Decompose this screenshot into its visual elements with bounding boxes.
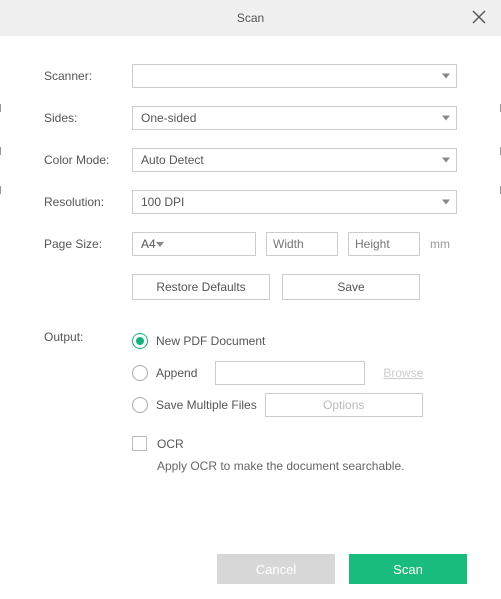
sides-value: One-sided bbox=[141, 111, 196, 125]
output-newpdf-radio[interactable] bbox=[132, 333, 148, 349]
dialog-footer: Cancel Scan bbox=[0, 551, 501, 599]
resolution-label: Resolution: bbox=[44, 195, 132, 209]
cancel-button[interactable]: Cancel bbox=[217, 554, 335, 584]
scan-button[interactable]: Scan bbox=[349, 554, 467, 584]
resolution-select[interactable]: 100 DPI bbox=[132, 190, 457, 214]
chevron-down-icon bbox=[442, 200, 450, 205]
dialog-content: Scanner: Sides: One-sided Color Mode: Au… bbox=[0, 36, 501, 473]
save-label: Save bbox=[337, 280, 364, 294]
browse-link[interactable]: Browse bbox=[383, 366, 423, 380]
width-input[interactable] bbox=[266, 232, 338, 256]
output-multi-label: Save Multiple Files bbox=[156, 398, 257, 412]
dialog-title: Scan bbox=[237, 11, 264, 25]
pagesize-select[interactable]: A4 bbox=[132, 232, 256, 256]
chevron-down-icon bbox=[156, 242, 164, 247]
options-label: Options bbox=[323, 398, 364, 412]
edge-tick bbox=[0, 104, 1, 112]
restore-defaults-label: Restore Defaults bbox=[156, 280, 245, 294]
resolution-value: 100 DPI bbox=[141, 195, 184, 209]
output-newpdf-label: New PDF Document bbox=[156, 334, 265, 348]
colormode-label: Color Mode: bbox=[44, 153, 132, 167]
close-button[interactable] bbox=[471, 9, 487, 25]
ocr-checkbox[interactable] bbox=[132, 436, 147, 451]
output-append-radio[interactable] bbox=[132, 365, 148, 381]
edge-tick bbox=[0, 147, 1, 155]
output-append-label: Append bbox=[156, 366, 197, 380]
pagesize-value: A4 bbox=[141, 237, 156, 251]
sides-select[interactable]: One-sided bbox=[132, 106, 457, 130]
output-multi-radio[interactable] bbox=[132, 397, 148, 413]
chevron-down-icon bbox=[442, 116, 450, 121]
scan-label: Scan bbox=[393, 562, 423, 577]
chevron-down-icon bbox=[442, 74, 450, 79]
scanner-label: Scanner: bbox=[44, 69, 132, 83]
colormode-value: Auto Detect bbox=[141, 153, 204, 167]
ocr-label: OCR bbox=[157, 437, 184, 451]
title-bar: Scan bbox=[0, 0, 501, 36]
ocr-hint: Apply OCR to make the document searchabl… bbox=[157, 459, 457, 473]
output-label: Output: bbox=[44, 328, 132, 473]
height-input[interactable] bbox=[348, 232, 420, 256]
options-button[interactable]: Options bbox=[265, 393, 423, 417]
chevron-down-icon bbox=[442, 158, 450, 163]
scanner-select[interactable] bbox=[132, 64, 457, 88]
restore-defaults-button[interactable]: Restore Defaults bbox=[132, 274, 270, 300]
sides-label: Sides: bbox=[44, 111, 132, 125]
colormode-select[interactable]: Auto Detect bbox=[132, 148, 457, 172]
unit-label: mm bbox=[430, 237, 450, 251]
edge-tick bbox=[0, 186, 1, 194]
cancel-label: Cancel bbox=[256, 562, 296, 577]
close-icon bbox=[471, 9, 487, 25]
save-button[interactable]: Save bbox=[282, 274, 420, 300]
append-path-input[interactable] bbox=[215, 361, 365, 385]
pagesize-label: Page Size: bbox=[44, 237, 132, 251]
